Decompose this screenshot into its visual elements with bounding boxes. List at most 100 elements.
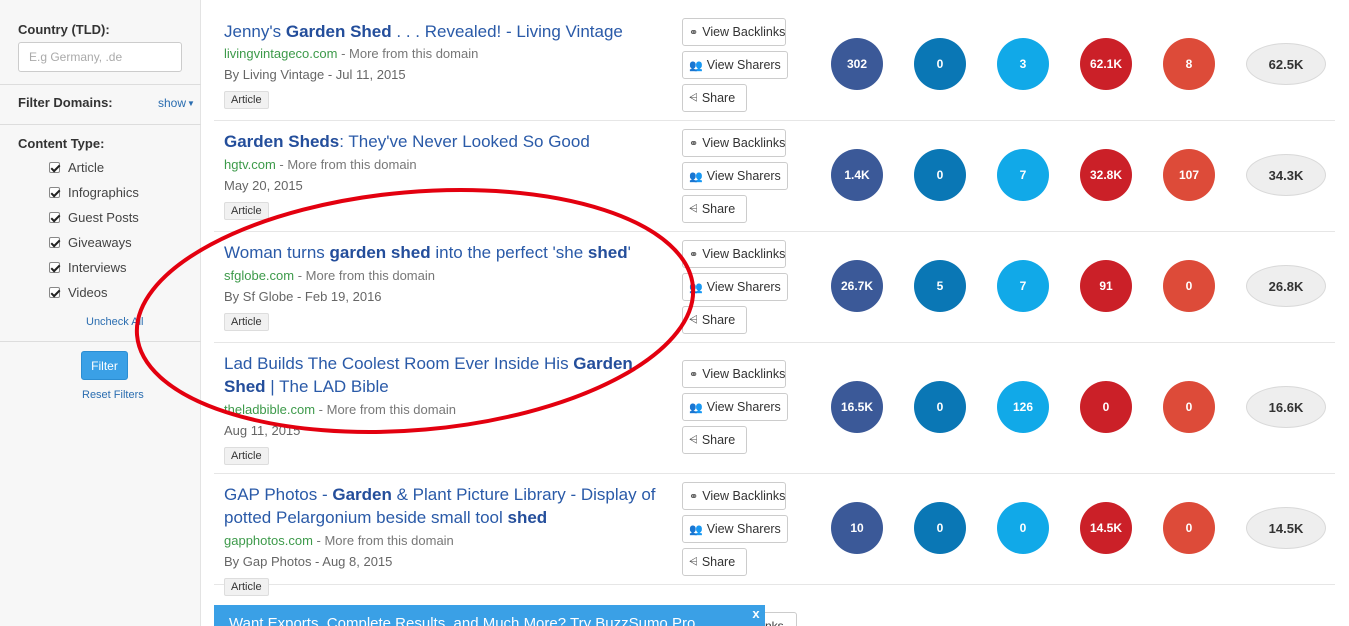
total-engagements: 26.8K — [1246, 265, 1326, 307]
users-icon: 👥 — [689, 170, 703, 183]
result-title-link[interactable]: Garden Sheds: They've Never Looked So Go… — [224, 130, 664, 153]
result-author-date: Aug 11, 2015 — [224, 423, 301, 438]
more-from-domain-link[interactable]: More from this domain — [349, 46, 478, 61]
caret-down-icon: ▼ — [187, 99, 195, 108]
result-domain-line: theladbible.com - More from this domain — [224, 402, 456, 417]
content-type-option[interactable]: Interviews — [49, 260, 127, 275]
content-type-badge: Article — [224, 202, 269, 220]
banner-close-icon[interactable]: x — [749, 607, 763, 621]
reset-filters-link[interactable]: Reset Filters — [82, 389, 144, 401]
share-button[interactable]: ⩤ Share — [682, 548, 747, 576]
link-icon: ⚭ — [689, 26, 699, 39]
button-label: View Backlinks — [702, 489, 786, 503]
result-title-link[interactable]: Woman turns garden shed into the perfect… — [224, 241, 664, 264]
title-keyword: Garden Shed — [285, 22, 392, 41]
country-label: Country (TLD): — [18, 22, 110, 37]
more-from-domain-link[interactable]: More from this domain — [324, 533, 453, 548]
result-row: Lad Builds The Coolest Room Ever Inside … — [214, 343, 1335, 474]
twitter-count: 7 — [997, 260, 1049, 312]
partial-button-label: nks — [765, 619, 784, 626]
pinterest-count: 32.8K — [1080, 149, 1132, 201]
facebook-count: 302 — [831, 38, 883, 90]
checkbox-checked[interactable] — [49, 287, 60, 298]
checkbox-checked[interactable] — [49, 162, 60, 173]
uncheck-all-link[interactable]: Uncheck All — [86, 316, 143, 328]
total-engagements: 62.5K — [1246, 43, 1326, 85]
checkbox-checked[interactable] — [49, 187, 60, 198]
checkbox-checked[interactable] — [49, 262, 60, 273]
domain-link[interactable]: gapphotos.com — [224, 533, 313, 548]
content-type-option[interactable]: Infographics — [49, 185, 139, 200]
title-keyword: shed — [507, 508, 548, 527]
pinterest-count: 0 — [1080, 381, 1132, 433]
content-type-badge: Article — [224, 313, 269, 331]
divider — [0, 124, 201, 125]
content-type-label: Content Type: — [18, 136, 105, 151]
result-domain-line: livingvintageco.com - More from this dom… — [224, 46, 478, 61]
share-button[interactable]: ⩤ Share — [682, 195, 747, 223]
content-type-option[interactable]: Videos — [49, 285, 108, 300]
view-sharers-button[interactable]: 👥 View Sharers — [682, 273, 788, 301]
checkbox-checked[interactable] — [49, 212, 60, 223]
linkedin-count: 0 — [914, 38, 966, 90]
view-backlinks-button[interactable]: ⚭ View Backlinks — [682, 18, 786, 46]
show-domains-toggle[interactable]: show▼ — [158, 96, 195, 110]
view-sharers-button[interactable]: 👥 View Sharers — [682, 51, 788, 79]
domain-link[interactable]: theladbible.com — [224, 402, 315, 417]
share-icon: ⩤ — [689, 313, 698, 326]
share-button[interactable]: ⩤ Share — [682, 426, 747, 454]
separator: - — [312, 533, 325, 548]
content-type-option[interactable]: Guest Posts — [49, 210, 139, 225]
title-text: Woman turns — [224, 243, 330, 262]
content-type-option[interactable]: Article — [49, 160, 104, 175]
facebook-count: 16.5K — [831, 381, 883, 433]
share-button[interactable]: ⩤ Share — [682, 306, 747, 334]
title-text: ' — [627, 243, 631, 262]
view-sharers-button[interactable]: 👥 View Sharers — [682, 393, 788, 421]
result-title-link[interactable]: GAP Photos - Garden & Plant Picture Libr… — [224, 483, 664, 529]
domain-link[interactable]: livingvintageco.com — [224, 46, 337, 61]
users-icon: 👥 — [689, 523, 703, 536]
title-text: . . . Revealed! - Living Vintage — [391, 22, 623, 41]
view-backlinks-button[interactable]: ⚭ View Backlinks — [682, 240, 786, 268]
link-icon: ⚭ — [689, 490, 699, 503]
users-icon: 👥 — [689, 401, 703, 414]
twitter-count: 3 — [997, 38, 1049, 90]
button-label: Share — [701, 555, 736, 569]
share-button[interactable]: ⩤ Share — [682, 84, 747, 112]
button-label: View Sharers — [706, 400, 781, 414]
more-from-domain-link[interactable]: More from this domain — [287, 157, 416, 172]
country-input[interactable] — [18, 42, 182, 72]
pro-upsell-banner[interactable]: Want Exports, Complete Results, and Much… — [214, 605, 765, 626]
domain-link[interactable]: sfglobe.com — [224, 268, 294, 283]
view-backlinks-button[interactable]: ⚭ View Backlinks — [682, 482, 786, 510]
view-backlinks-button[interactable]: ⚭ View Backlinks — [682, 129, 786, 157]
content-type-label: Giveaways — [68, 235, 132, 250]
twitter-count: 7 — [997, 149, 1049, 201]
view-backlinks-button[interactable]: ⚭ View Backlinks — [682, 360, 786, 388]
checkbox-checked[interactable] — [49, 237, 60, 248]
divider — [0, 84, 201, 85]
result-title-link[interactable]: Jenny's Garden Shed . . . Revealed! - Li… — [224, 20, 664, 43]
result-author-date: By Living Vintage - Jul 11, 2015 — [224, 67, 406, 82]
filter-button[interactable]: Filter — [81, 351, 128, 380]
view-sharers-button[interactable]: 👥 View Sharers — [682, 162, 788, 190]
result-author-date: By Gap Photos - Aug 8, 2015 — [224, 554, 393, 569]
link-icon: ⚭ — [689, 137, 699, 150]
more-from-domain-link[interactable]: More from this domain — [306, 268, 435, 283]
result-author-date: May 20, 2015 — [224, 178, 303, 193]
result-title-link[interactable]: Lad Builds The Coolest Room Ever Inside … — [224, 352, 664, 398]
content-type-option[interactable]: Giveaways — [49, 235, 132, 250]
total-engagements: 16.6K — [1246, 386, 1326, 428]
button-label: View Sharers — [706, 522, 781, 536]
domain-link[interactable]: hgtv.com — [224, 157, 276, 172]
partial-button[interactable]: nks — [765, 612, 797, 626]
result-row: Jenny's Garden Shed . . . Revealed! - Li… — [214, 10, 1335, 121]
result-row: GAP Photos - Garden & Plant Picture Libr… — [214, 474, 1335, 596]
more-from-domain-link[interactable]: More from this domain — [327, 402, 456, 417]
linkedin-count: 0 — [914, 381, 966, 433]
view-sharers-button[interactable]: 👥 View Sharers — [682, 515, 788, 543]
link-icon: ⚭ — [689, 368, 699, 381]
content-type-label: Guest Posts — [68, 210, 139, 225]
button-label: Share — [701, 91, 736, 105]
